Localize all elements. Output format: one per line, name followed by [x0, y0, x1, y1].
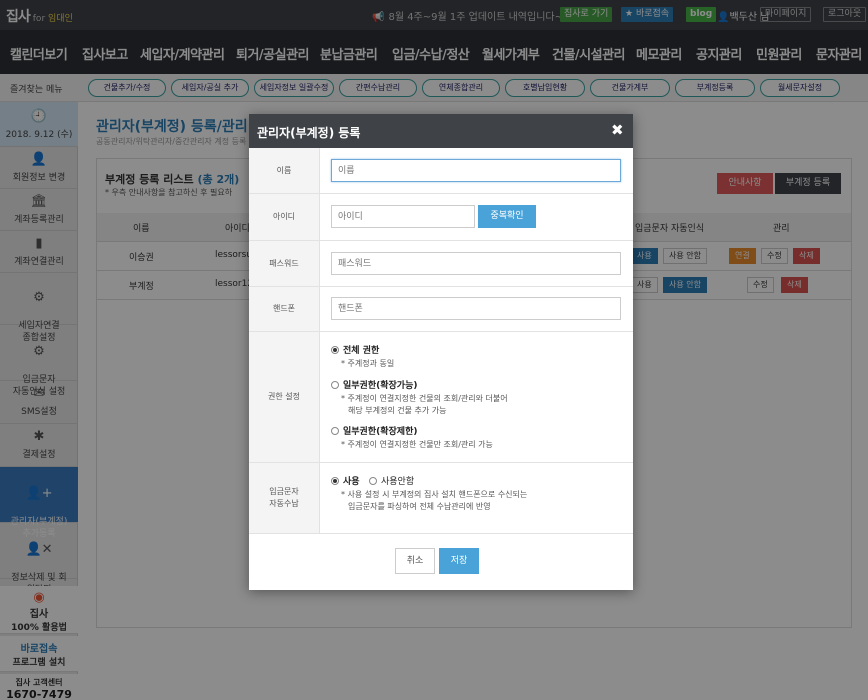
permission-full-desc: * 주계정과 동일: [341, 359, 395, 368]
subaccount-register-modal: 관리자(부계정) 등록 ✖ 이름 아이디 중복확인 패스워드 핸드폰 권한 설정…: [249, 114, 633, 590]
permission-partial-lim-desc: * 주계정이 연결지정한 건물만 조회/관리 가능: [341, 440, 493, 449]
permission-label: 권한 설정: [249, 332, 320, 462]
id-row: 아이디 중복확인: [249, 194, 633, 241]
radio-unchecked-icon: [369, 477, 377, 485]
sms-use-label: 사용: [343, 477, 360, 487]
permission-full-label: 전체 권한: [343, 346, 380, 356]
phone-label: 핸드폰: [249, 287, 320, 331]
permission-partial-ext-desc2: 해당 부계정의 건물 추가 가능: [348, 406, 447, 415]
close-icon[interactable]: ✖: [611, 121, 624, 139]
permission-partial-ext-radio[interactable]: 일부권한(확장가능): [331, 378, 417, 391]
sms-nouse-radio[interactable]: 사용안함: [369, 474, 414, 487]
save-button[interactable]: 저장: [439, 548, 479, 574]
permission-row: 권한 설정 전체 권한 * 주계정과 동일 일부권한(확장가능) * 주계정이 …: [249, 332, 633, 463]
id-input[interactable]: [331, 205, 475, 228]
sms-nouse-label: 사용안함: [381, 477, 415, 487]
permission-partial-ext-desc1: * 주계정이 연결지정한 건물의 조회/관리와 더불어: [341, 394, 508, 403]
duplicate-check-button[interactable]: 중복확인: [478, 205, 536, 228]
sms-auto-desc2: 입금문자를 파싱하여 전체 수납관리에 반영: [348, 502, 491, 511]
radio-unchecked-icon: [331, 381, 339, 389]
modal-title: 관리자(부계정) 등록: [257, 126, 361, 140]
cancel-button[interactable]: 취소: [395, 548, 435, 574]
modal-footer: 취소 저장: [249, 534, 633, 590]
sms-auto-desc1: * 사용 설정 시 부계정의 집사 설치 핸드폰으로 수신되는: [341, 490, 528, 499]
phone-row: 핸드폰: [249, 287, 633, 332]
name-label: 이름: [249, 148, 320, 193]
name-row: 이름: [249, 148, 633, 194]
permission-partial-lim-label: 일부권한(확장제한): [343, 427, 418, 437]
password-row: 패스워드: [249, 241, 633, 287]
permission-partial-lim-radio[interactable]: 일부권한(확장제한): [331, 424, 417, 437]
password-input[interactable]: [331, 252, 621, 275]
permission-partial-ext-label: 일부권한(확장가능): [343, 381, 418, 391]
radio-checked-icon: [331, 477, 339, 485]
sms-auto-label: 입금문자자동수납: [249, 463, 320, 533]
sms-auto-label-line2: 자동수납: [269, 499, 299, 508]
sms-auto-label-line1: 입금문자: [269, 487, 299, 496]
password-label: 패스워드: [249, 241, 320, 286]
sms-use-radio[interactable]: 사용: [331, 474, 360, 487]
phone-input[interactable]: [331, 297, 621, 320]
permission-full-radio[interactable]: 전체 권한: [331, 343, 379, 356]
radio-unchecked-icon: [331, 427, 339, 435]
sms-auto-row: 입금문자자동수납 사용 사용안함 * 사용 설정 시 부계정의 집사 설치 핸드…: [249, 463, 633, 534]
id-label: 아이디: [249, 194, 320, 240]
modal-header: 관리자(부계정) 등록 ✖: [249, 114, 633, 148]
radio-checked-icon: [331, 346, 339, 354]
name-input[interactable]: [331, 159, 621, 182]
